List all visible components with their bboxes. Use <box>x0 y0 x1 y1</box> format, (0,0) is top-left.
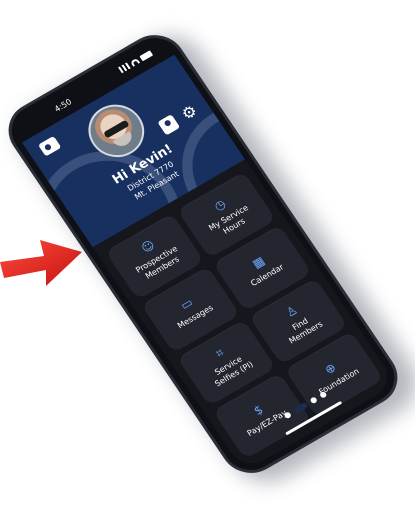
chat-icon: ▭ <box>177 295 196 313</box>
tile-label: Service Selfies (PI) <box>213 354 255 389</box>
people-icon: ☺ <box>138 237 158 256</box>
status-time: 4:50 <box>52 97 74 114</box>
battery-icon <box>139 49 153 61</box>
stage: 4:50 ⚙ Hi Kevin! District 7770 Mt. Pleas… <box>0 0 415 527</box>
camera-icon: ⌗ <box>212 345 227 361</box>
tile-label: Prospective Members <box>134 244 181 281</box>
calendar-icon: ▦ <box>249 253 268 271</box>
clock-icon: ◷ <box>211 196 229 214</box>
search-person-icon: ♙ <box>283 302 301 320</box>
signal-icon <box>118 62 131 74</box>
contact-card-icon[interactable] <box>37 135 62 157</box>
globe-icon: ⊕ <box>322 360 339 378</box>
red-arrow-icon <box>0 240 82 286</box>
avatar-beard <box>112 131 136 150</box>
tile-label: My Service Hours <box>207 203 251 236</box>
gear-icon[interactable]: ⚙ <box>178 101 201 124</box>
wifi-icon <box>129 57 140 67</box>
profile-icon[interactable] <box>157 114 181 136</box>
dollar-icon: $ <box>251 402 266 418</box>
